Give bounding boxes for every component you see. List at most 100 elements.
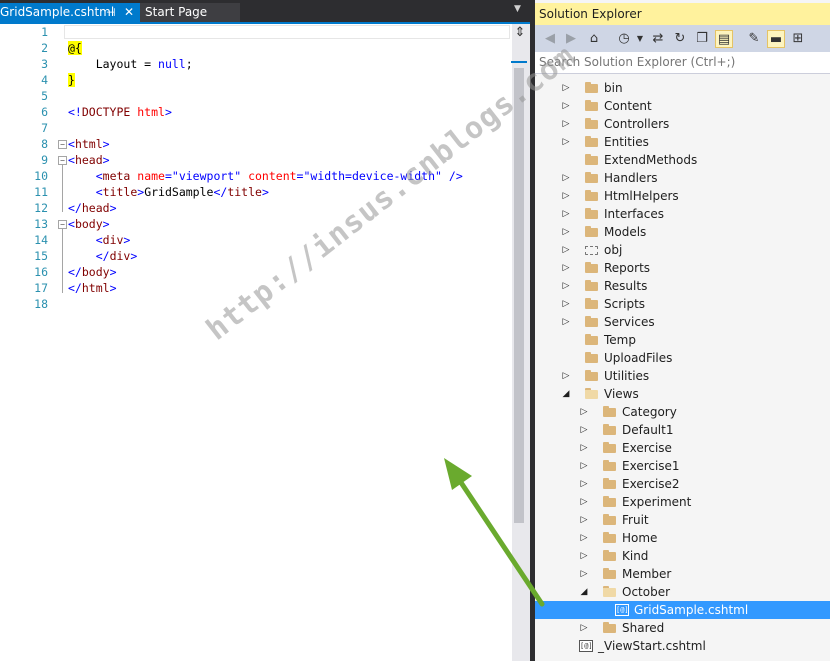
- solution-explorer-title-bar[interactable]: Solution Explorer: [535, 3, 830, 25]
- close-icon[interactable]: ✕: [124, 3, 134, 22]
- tab-start-page[interactable]: Start Page: [140, 3, 240, 22]
- collapsed-arrow-icon[interactable]: ▷: [561, 207, 571, 221]
- split-editor-icon[interactable]: ⇕: [513, 26, 527, 40]
- line-number: 13: [34, 217, 48, 231]
- tree-item-extendmethods[interactable]: ExtendMethods: [535, 151, 830, 169]
- tree-item-reports[interactable]: ▷ Reports: [535, 259, 830, 277]
- tree-item-temp[interactable]: Temp: [535, 331, 830, 349]
- fold-guide: [62, 229, 63, 293]
- collapsed-arrow-icon[interactable]: ▷: [579, 423, 589, 437]
- current-line-highlight: [64, 25, 510, 39]
- tree-item-exercise1[interactable]: ▷ Exercise1: [535, 457, 830, 475]
- tree-item-uploadfiles[interactable]: UploadFiles: [535, 349, 830, 367]
- folder-icon: [585, 316, 598, 327]
- expanded-arrow-icon[interactable]: ◢: [579, 585, 589, 599]
- tree-item-handlers[interactable]: ▷ Handlers: [535, 169, 830, 187]
- collapsed-arrow-icon[interactable]: ▷: [561, 117, 571, 131]
- folder-icon: [585, 280, 598, 291]
- collapsed-arrow-icon[interactable]: ▷: [579, 441, 589, 455]
- tree-item-models[interactable]: ▷ Models: [535, 223, 830, 241]
- home-icon[interactable]: ⌂: [585, 30, 603, 48]
- tree-item-scripts[interactable]: ▷ Scripts: [535, 295, 830, 313]
- sync-icon[interactable]: ⇄: [649, 30, 667, 48]
- tree-item-label: Temp: [604, 333, 636, 347]
- collapsed-arrow-icon[interactable]: ▷: [561, 225, 571, 239]
- collapse-icon[interactable]: ❐: [693, 30, 711, 48]
- document-tab-strip: GridSample.cshtml ⊣ ✕ Start Page ▼: [0, 0, 530, 22]
- fold-body-icon[interactable]: −: [58, 220, 67, 229]
- tree-item-label: Utilities: [604, 369, 650, 383]
- collapsed-arrow-icon[interactable]: ▷: [561, 189, 571, 203]
- collapsed-arrow-icon[interactable]: ▷: [579, 567, 589, 581]
- tree-item-views[interactable]: ◢ Views: [535, 385, 830, 403]
- tree-item-fruit[interactable]: ▷ Fruit: [535, 511, 830, 529]
- tree-item-default1[interactable]: ▷ Default1: [535, 421, 830, 439]
- collapsed-arrow-icon[interactable]: ▷: [561, 279, 571, 293]
- tree-item-exercise[interactable]: ▷ Exercise: [535, 439, 830, 457]
- tree-item-obj[interactable]: ▷ obj: [535, 241, 830, 259]
- collapsed-arrow-icon[interactable]: ▷: [561, 171, 571, 185]
- collapsed-arrow-icon[interactable]: ▷: [579, 531, 589, 545]
- chevron-down-icon[interactable]: ▼: [631, 30, 649, 48]
- collapsed-arrow-icon[interactable]: ▷: [579, 495, 589, 509]
- collapsed-arrow-icon[interactable]: ▷: [579, 477, 589, 491]
- line-number: 1: [41, 25, 48, 39]
- collapsed-arrow-icon[interactable]: ▷: [579, 513, 589, 527]
- tree-item-htmlhelpers[interactable]: ▷ HtmlHelpers: [535, 187, 830, 205]
- tree-item-bin[interactable]: ▷ bin: [535, 79, 830, 97]
- tree-item-october[interactable]: ◢ October: [535, 583, 830, 601]
- tree-item-label: GridSample.cshtml: [634, 603, 749, 617]
- folder-icon: [603, 460, 616, 471]
- tree-item-content[interactable]: ▷ Content: [535, 97, 830, 115]
- collapsed-arrow-icon[interactable]: ▷: [561, 135, 571, 149]
- scrollbar-thumb[interactable]: [514, 68, 524, 523]
- pin-icon[interactable]: ⊣: [106, 3, 116, 22]
- collapsed-arrow-icon[interactable]: ▷: [579, 621, 589, 635]
- collapsed-arrow-icon[interactable]: ▷: [561, 315, 571, 329]
- class-view-icon[interactable]: ⊞: [789, 30, 807, 48]
- tree-item-utilities[interactable]: ▷ Utilities: [535, 367, 830, 385]
- collapsed-arrow-icon[interactable]: ▷: [579, 549, 589, 563]
- tree-item--viewstart-cshtml[interactable]: [@] _ViewStart.cshtml: [535, 637, 830, 655]
- collapsed-arrow-icon[interactable]: ▷: [561, 99, 571, 113]
- search-input[interactable]: [539, 55, 824, 69]
- tree-item-kind[interactable]: ▷ Kind: [535, 547, 830, 565]
- fold-head-icon[interactable]: −: [58, 156, 67, 165]
- tree-item-home[interactable]: ▷ Home: [535, 529, 830, 547]
- properties-icon[interactable]: ✎: [745, 30, 763, 48]
- tree-item-controllers[interactable]: ▷ Controllers: [535, 115, 830, 133]
- tree-item-results[interactable]: ▷ Results: [535, 277, 830, 295]
- expanded-arrow-icon[interactable]: ◢: [561, 387, 571, 401]
- line-number: 9: [41, 153, 48, 167]
- tree-item-experiment[interactable]: ▷ Experiment: [535, 493, 830, 511]
- collapsed-arrow-icon[interactable]: ▷: [561, 81, 571, 95]
- collapsed-arrow-icon[interactable]: ▷: [561, 297, 571, 311]
- collapsed-arrow-icon[interactable]: ▷: [579, 459, 589, 473]
- collapsed-arrow-icon[interactable]: ▷: [561, 369, 571, 383]
- line-number: 5: [41, 89, 48, 103]
- tab-dropdown-icon[interactable]: ▼: [514, 4, 521, 14]
- tree-item-label: Experiment: [622, 495, 692, 509]
- tree-item-category[interactable]: ▷ Category: [535, 403, 830, 421]
- folder-icon: [603, 442, 616, 453]
- tree-item-label: Scripts: [604, 297, 646, 311]
- folder-open-icon: [603, 586, 616, 597]
- tree-item-interfaces[interactable]: ▷ Interfaces: [535, 205, 830, 223]
- tree-item-member[interactable]: ▷ Member: [535, 565, 830, 583]
- preview-icon[interactable]: ▬: [767, 30, 785, 48]
- tree-item-shared[interactable]: ▷ Shared: [535, 619, 830, 637]
- collapsed-arrow-icon[interactable]: ▷: [579, 405, 589, 419]
- tree-item-entities[interactable]: ▷ Entities: [535, 133, 830, 151]
- tree-item-gridsample-cshtml[interactable]: [@] GridSample.cshtml: [535, 601, 830, 619]
- collapsed-arrow-icon[interactable]: ▷: [561, 243, 571, 257]
- tree-item-services[interactable]: ▷ Services: [535, 313, 830, 331]
- folder-icon: [585, 154, 598, 165]
- collapsed-arrow-icon[interactable]: ▷: [561, 261, 571, 275]
- tree-item-exercise2[interactable]: ▷ Exercise2: [535, 475, 830, 493]
- fold-html-icon[interactable]: −: [58, 140, 67, 149]
- show-files-icon[interactable]: ▤: [715, 30, 733, 48]
- code-editor[interactable]: 1 2 3 4 5 6 7 8 9 10 11 12 13 14 15 16 17 18 − − − @{ Lay…: [0, 24, 512, 661]
- tab-gridsample[interactable]: GridSample.cshtml ⊣ ✕: [0, 3, 140, 22]
- refresh-icon[interactable]: ↻: [671, 30, 689, 48]
- line-number: 16: [34, 265, 48, 279]
